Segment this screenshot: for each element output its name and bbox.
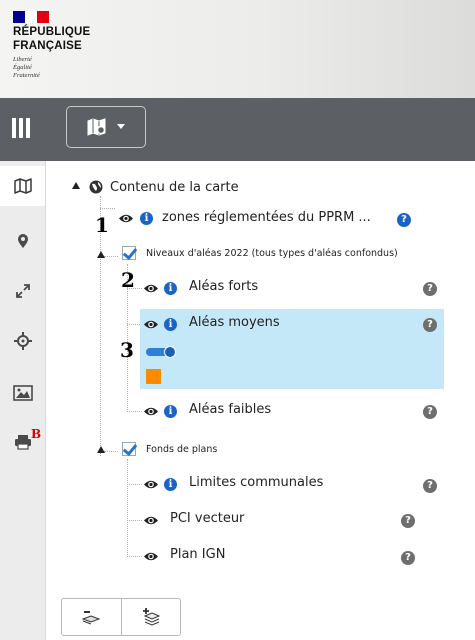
eye-icon[interactable] bbox=[118, 213, 134, 224]
expand-layers-icon bbox=[142, 608, 161, 626]
annotation-1: 1 bbox=[95, 213, 109, 237]
map-icon bbox=[13, 178, 32, 194]
selected-layer-highlight bbox=[140, 309, 444, 389]
annotation-3: 3 bbox=[120, 338, 134, 362]
info-icon[interactable]: i bbox=[164, 478, 177, 491]
group-label-niveaux: Niveaux d'aléas 2022 (tous types d'aléas… bbox=[146, 248, 398, 259]
help-icon[interactable]: ? bbox=[401, 514, 415, 528]
globe-icon bbox=[89, 180, 103, 194]
print-badge: B bbox=[31, 427, 42, 441]
map-settings-icon bbox=[87, 118, 106, 136]
sidebar-item-location[interactable] bbox=[0, 221, 45, 261]
eye-icon[interactable] bbox=[143, 283, 159, 294]
group-label-fonds: Fonds de plans bbox=[146, 444, 218, 455]
help-icon[interactable]: ? bbox=[423, 479, 437, 493]
location-pin-icon bbox=[17, 234, 28, 248]
info-icon[interactable]: i bbox=[140, 212, 153, 225]
eye-icon[interactable] bbox=[143, 551, 159, 562]
layer-label-faibles: Aléas faibles bbox=[189, 402, 272, 417]
annotation-2: 2 bbox=[121, 268, 135, 292]
layer-label-zones: zones réglementées du PPRM ... bbox=[162, 210, 371, 225]
french-flag-icon bbox=[13, 11, 49, 23]
eye-icon[interactable] bbox=[143, 406, 159, 417]
info-icon[interactable]: i bbox=[164, 405, 177, 418]
eye-icon[interactable] bbox=[143, 515, 159, 526]
checkbox-niveaux[interactable] bbox=[122, 246, 136, 260]
help-icon[interactable]: ? bbox=[423, 318, 437, 332]
sidebar-item-fullscreen[interactable] bbox=[0, 271, 45, 311]
layer-label-pci: PCI vecteur bbox=[170, 511, 245, 526]
crosshair-icon bbox=[13, 332, 32, 350]
motto-line-3: Fraternité bbox=[13, 72, 40, 79]
help-icon[interactable]: ? bbox=[401, 551, 415, 565]
sidebar-item-print[interactable]: B bbox=[0, 422, 45, 462]
opacity-toggle[interactable] bbox=[146, 346, 176, 358]
caret-down-icon bbox=[117, 124, 125, 129]
collapse-layers-icon bbox=[81, 611, 101, 625]
help-icon[interactable]: ? bbox=[423, 405, 437, 419]
expand-all-button[interactable] bbox=[122, 599, 181, 635]
tree-controls bbox=[61, 598, 181, 636]
checkbox-fonds[interactable] bbox=[122, 442, 136, 456]
printer-icon bbox=[14, 435, 31, 450]
collapse-all-button[interactable] bbox=[62, 599, 122, 635]
root-node-label: Contenu de la carte bbox=[110, 180, 239, 195]
group-expander-niveaux[interactable] bbox=[97, 251, 105, 258]
layer-label-ign: Plan IGN bbox=[170, 547, 226, 562]
layer-label-moyens: Aléas moyens bbox=[189, 315, 280, 330]
legend-color-swatch bbox=[146, 369, 161, 384]
header: RÉPUBLIQUE FRANÇAISE Liberté Égalité Fra… bbox=[0, 0, 475, 98]
menu-bars-icon[interactable] bbox=[12, 118, 30, 138]
help-icon[interactable]: ? bbox=[397, 213, 411, 227]
layer-label-limites: Limites communales bbox=[189, 475, 324, 490]
sidebar-item-geolocate[interactable] bbox=[0, 321, 45, 361]
sidebar-item-map[interactable] bbox=[0, 166, 45, 206]
motto-line-2: Égalité bbox=[13, 64, 32, 71]
logo-text-line-1: RÉPUBLIQUE bbox=[13, 26, 91, 38]
root-expander[interactable] bbox=[72, 182, 80, 189]
motto-line-1: Liberté bbox=[13, 56, 32, 63]
image-icon bbox=[12, 385, 33, 401]
expand-icon bbox=[15, 284, 30, 298]
map-select-button[interactable] bbox=[66, 106, 146, 148]
eye-icon[interactable] bbox=[143, 479, 159, 490]
layer-label-forts: Aléas forts bbox=[189, 279, 259, 294]
info-icon[interactable]: i bbox=[164, 282, 177, 295]
info-icon[interactable]: i bbox=[164, 318, 177, 331]
logo-text-line-2: FRANÇAISE bbox=[13, 40, 82, 52]
eye-icon[interactable] bbox=[143, 319, 159, 330]
sidebar-item-image[interactable] bbox=[0, 373, 45, 413]
group-expander-fonds[interactable] bbox=[97, 446, 105, 453]
help-icon[interactable]: ? bbox=[423, 282, 437, 296]
